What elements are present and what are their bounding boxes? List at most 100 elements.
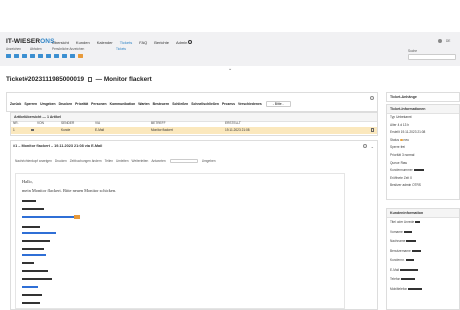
tb-reply[interactable]: Antworten	[151, 159, 165, 163]
col-sender[interactable]: SENDER	[61, 121, 74, 125]
search-label: Suche	[408, 49, 418, 53]
nav-kalender[interactable]: Kalender	[97, 40, 113, 45]
menu-sperren[interactable]: Sperren	[24, 102, 37, 106]
redacted-value	[401, 278, 416, 281]
customer-row: Benutzername	[390, 249, 460, 259]
chat-icon[interactable]	[38, 54, 43, 59]
sig-logo	[74, 215, 80, 219]
customer-label: Nachname	[390, 239, 406, 243]
nav-admin[interactable]: Admin	[176, 40, 187, 45]
tb-print[interactable]: Drucken	[55, 159, 67, 163]
nav-berichte[interactable]: Berichte	[154, 40, 169, 45]
menu-verschiedenes[interactable]: Verschiedenes	[238, 102, 262, 106]
tb-share[interactable]: Teilen	[105, 159, 113, 163]
toolbar-icons	[6, 54, 83, 59]
info-value: neu	[403, 137, 409, 142]
search-input[interactable]	[408, 54, 456, 60]
panel-gear-icon[interactable]	[370, 96, 374, 100]
menu-personen[interactable]: Personen	[91, 102, 106, 106]
sig-line	[22, 240, 50, 242]
chevron-down-icon[interactable]: ⌄	[228, 66, 232, 72]
menu-schnellschliessen[interactable]: Schnellschließen	[191, 102, 219, 106]
info-list: Typ Unbekannt Alter 4 d 13 h Erstellt 19…	[390, 115, 460, 191]
menu-prioritaet[interactable]: Priorität	[75, 102, 88, 106]
row-via: E-Mail	[95, 128, 105, 132]
sig-line	[22, 248, 44, 250]
quick-label-1: Anzeichen	[6, 47, 21, 51]
menu-zurueck[interactable]: Zurück	[10, 102, 21, 106]
menu-kommunikation[interactable]: Kommunikation	[110, 102, 136, 106]
nav-kunden[interactable]: Kunden	[76, 40, 90, 45]
email-text: mein Monitor flackert. Bitte neuen Monit…	[22, 188, 117, 193]
tb-umgeben[interactable]: Umgeben	[202, 159, 216, 163]
menu-besteuern[interactable]: Besteuern	[153, 102, 170, 106]
tb-redirect[interactable]: Umleiten	[116, 159, 129, 163]
menu-prozess[interactable]: Prozess	[222, 102, 235, 106]
redacted-value	[411, 249, 421, 252]
ticket-icon[interactable]	[46, 54, 51, 59]
incoming-arrow-icon	[31, 129, 34, 131]
redacted-value	[408, 287, 423, 290]
signature-block	[22, 200, 132, 310]
col-nr[interactable]: NR.	[13, 121, 19, 125]
article-expand-icon[interactable]: ⌄	[371, 144, 374, 149]
article-toolbar: Nachrichtenkopf anzeigen Drucken Zeitbuchu…	[15, 159, 216, 164]
warning-icon[interactable]	[78, 54, 83, 59]
lock-icon[interactable]	[70, 54, 75, 59]
menu-select[interactable]: - Bitte -	[265, 101, 291, 107]
article-gear-icon[interactable]	[363, 144, 367, 148]
app-logo[interactable]: IT-WIESERONS	[6, 38, 55, 45]
info-value: Unbekannt	[396, 115, 412, 119]
tickets-subtitle: Tickets	[116, 47, 126, 51]
menu-umgeben[interactable]: Umgeben	[40, 102, 55, 106]
col-betreff[interactable]: BETREFF	[151, 121, 166, 125]
col-erstellt[interactable]: ERSTELLT	[225, 121, 241, 125]
redacted-value	[405, 259, 414, 262]
customer-row: Vorname	[390, 230, 460, 240]
phone-icon[interactable]	[22, 54, 27, 59]
redacted-value	[403, 230, 412, 233]
menu-drucken[interactable]: Drucken	[59, 102, 73, 106]
sig-link[interactable]	[22, 232, 56, 234]
info-value: 3 normal	[401, 152, 415, 157]
col-von[interactable]: VON	[37, 121, 44, 125]
info-label: Status	[390, 137, 400, 142]
mail-icon[interactable]	[30, 54, 35, 59]
customer-row: Titel oder Anrede	[390, 220, 460, 230]
info-row: Kundennummer	[390, 168, 460, 176]
sig-link[interactable]	[22, 286, 38, 288]
customer-row: Mobiltelefon	[390, 287, 460, 297]
menu-schliessen[interactable]: Schließen	[172, 102, 188, 106]
nav-uebersicht[interactable]: Übersicht	[52, 40, 69, 45]
email-greeting: Hallo,	[22, 179, 33, 184]
user-avatar-icon[interactable]	[438, 39, 442, 43]
tb-forward[interactable]: Weiterleiten	[132, 159, 149, 163]
row-sender: Kunde	[61, 128, 71, 132]
sig-line	[22, 262, 34, 264]
table-row[interactable]: 1 Kunde E-Mail Monitor flackert 19.11.20…	[11, 127, 377, 134]
col-via[interactable]: VIA	[95, 121, 100, 125]
nav-tickets[interactable]: Tickets	[120, 40, 133, 45]
user-initials[interactable]: DE	[446, 39, 450, 43]
info-label: Typ	[390, 115, 396, 119]
tb-select[interactable]	[169, 159, 198, 164]
attachment-icon	[371, 128, 374, 132]
sig-link[interactable]	[22, 254, 46, 256]
tb-time[interactable]: Zeitbuchungen ändern	[70, 159, 102, 163]
user-icon[interactable]	[54, 54, 59, 59]
search-icon[interactable]	[188, 40, 192, 44]
sig-link[interactable]	[22, 216, 74, 218]
redacted-value	[400, 268, 419, 271]
nav-faq[interactable]: FAQ	[139, 40, 147, 45]
copy-icon[interactable]	[87, 76, 92, 82]
folder-icon[interactable]	[6, 54, 11, 59]
quick-label-2: Abholen	[30, 47, 42, 51]
article-overview-panel: Artikelübersicht — 1 Artikel NR. VON SEN…	[10, 112, 378, 136]
email-body: Hallo, mein Monitor flackert. Bitte neue…	[15, 173, 345, 309]
sig-line	[22, 278, 52, 280]
menu-warten[interactable]: Warten	[138, 102, 149, 106]
tb-header[interactable]: Nachrichtenkopf anzeigen	[15, 159, 52, 163]
star-icon[interactable]	[62, 54, 67, 59]
sig-line	[22, 200, 36, 202]
inbox-icon[interactable]	[14, 54, 19, 59]
